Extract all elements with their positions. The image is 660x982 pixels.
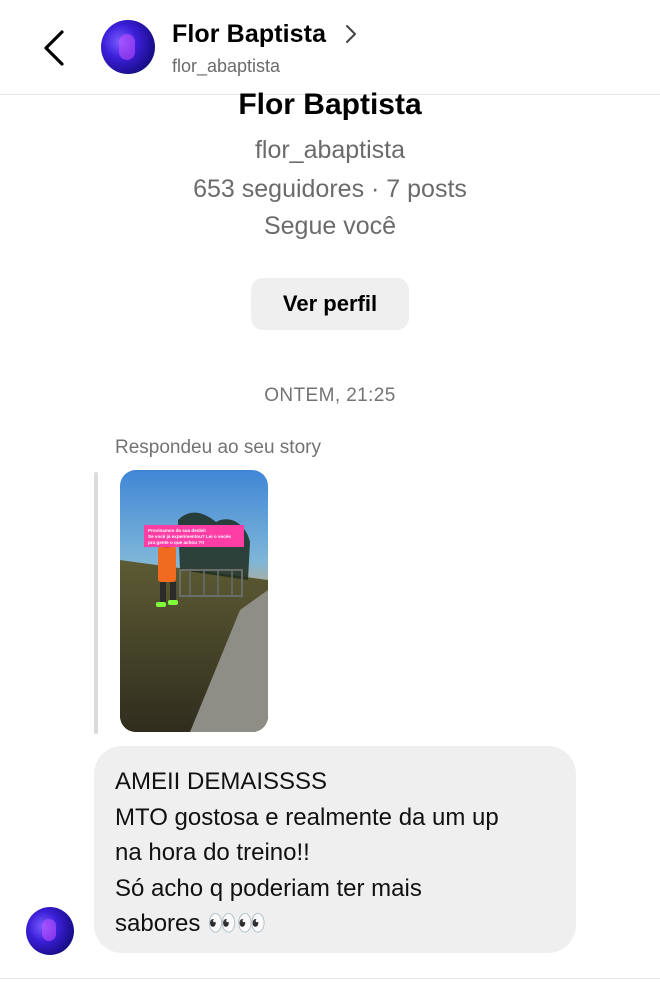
message-line: sabores 👀👀 — [115, 910, 267, 937]
divider — [0, 978, 660, 979]
header-username: flor_abaptista — [172, 56, 281, 76]
story-sticker-line-3: pra gente o que achou ?!! — [148, 540, 205, 545]
avatar[interactable] — [101, 20, 155, 74]
chevron-right-icon[interactable] — [345, 24, 357, 49]
message-bubble[interactable]: AMEII DEMAISSSS MTO gostosa e realmente … — [94, 746, 576, 953]
view-profile-button[interactable]: Ver perfil — [251, 278, 409, 330]
story-thumbnail[interactable]: Provinamos da sua deslei! Se você já exp… — [120, 470, 268, 732]
profile-name: Flor Baptista — [238, 88, 422, 121]
profile-username: flor_abaptista — [254, 136, 406, 164]
back-button[interactable] — [36, 26, 72, 70]
message-timestamp: ONTEM, 21:25 — [264, 385, 396, 406]
message-line: AMEII DEMAISSSS — [115, 768, 328, 795]
message-sender-avatar[interactable] — [26, 907, 74, 955]
message-line: na hora do treino!! — [115, 839, 310, 866]
header-contact-name[interactable]: Flor Baptista — [172, 20, 326, 49]
message-line: MTO gostosa e realmente da um up — [115, 803, 499, 831]
story-sticker-line-1: Provinamos da sua deslei! — [148, 528, 206, 533]
chevron-left-icon — [44, 30, 64, 66]
story-reply-label: Respondeu ao seu story — [115, 437, 321, 458]
story-sticker-line-2: Se você já experimentou? Lei o vocês — [148, 534, 231, 539]
story-image: Provinamos da sua deslei! Se você já exp… — [120, 470, 268, 732]
profile-stats: 653 seguidores · 7 posts — [193, 175, 467, 203]
reply-indicator-bar — [94, 472, 98, 734]
follow-status: Segue você — [263, 212, 397, 240]
chat-header: Flor Baptista flor_abaptista — [0, 0, 660, 95]
message-line: Só acho q poderiam ter mais — [115, 874, 422, 902]
